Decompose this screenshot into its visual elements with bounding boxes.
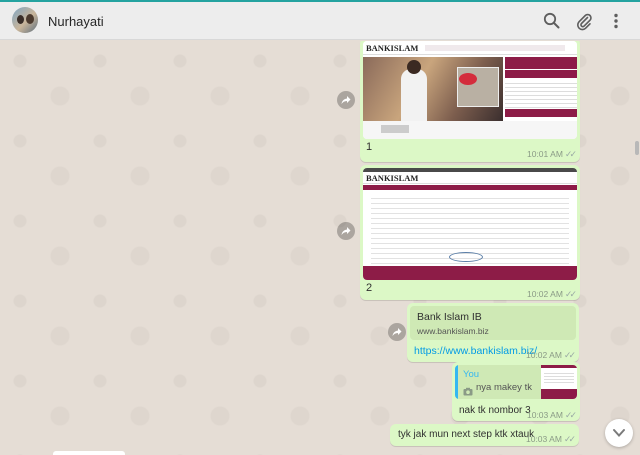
- chevron-down-icon: [613, 429, 625, 437]
- image-caption-1: 1: [366, 141, 373, 153]
- forward-icon[interactable]: [337, 91, 355, 109]
- link-preview-title: Bank Islam IB: [417, 311, 482, 323]
- timestamp-4: 10:03 AM ✓✓: [526, 410, 577, 420]
- chat-header: Nurhayati: [0, 2, 640, 40]
- link-url[interactable]: https://www.bankislam.biz/: [414, 345, 537, 357]
- timestamp-5: 10:03 AM ✓✓: [525, 434, 576, 444]
- bank-islam-screenshot-1[interactable]: BANKISLAM: [363, 41, 577, 139]
- composer-edge: [53, 451, 125, 455]
- scrollbar-thumb[interactable]: [635, 141, 639, 155]
- timestamp-2: 10:02 AM ✓✓: [526, 289, 577, 299]
- message-text-5: tyk jak mun next step ktk xtauk: [398, 429, 535, 440]
- forward-icon[interactable]: [388, 323, 406, 341]
- timestamp-1: 10:01 AM ✓✓: [526, 149, 577, 159]
- avatar[interactable]: [12, 7, 38, 33]
- message-text-4: nak tk nombor 3: [459, 405, 531, 416]
- image-caption-2: 2: [366, 282, 373, 294]
- quoted-text: nya makey tk: [476, 382, 532, 393]
- quoted-thumbnail: [541, 365, 577, 399]
- read-receipt-icon: ✓✓: [563, 350, 576, 360]
- quoted-message[interactable]: You nya makey tk: [455, 365, 577, 399]
- read-receipt-icon: ✓✓: [563, 434, 576, 444]
- read-receipt-icon: ✓✓: [564, 289, 577, 299]
- message-reply[interactable]: You nya makey tk nak tk nombor 3 10:03 A…: [452, 362, 580, 421]
- camera-icon: [463, 383, 473, 396]
- timestamp-3: 10:02 AM ✓✓: [525, 350, 576, 360]
- forward-icon[interactable]: [337, 222, 355, 240]
- search-icon[interactable]: [542, 11, 562, 31]
- paperclip-icon[interactable]: [574, 11, 594, 31]
- contact-name[interactable]: Nurhayati: [48, 14, 104, 29]
- message-text[interactable]: tyk jak mun next step ktk xtauk 10:03 AM…: [390, 424, 579, 446]
- scroll-down-button[interactable]: [605, 419, 633, 447]
- more-vertical-icon[interactable]: [606, 11, 626, 31]
- link-preview-card[interactable]: Bank Islam IB www.bankislam.biz: [410, 306, 576, 340]
- read-receipt-icon: ✓✓: [564, 149, 577, 159]
- message-list[interactable]: BANKISLAM 1 10:01 AM ✓✓ BANKISLAM 2 10:0…: [0, 41, 640, 455]
- link-preview-domain: www.bankislam.biz: [417, 326, 489, 336]
- scrollbar[interactable]: [634, 41, 640, 455]
- read-receipt-icon: ✓✓: [564, 410, 577, 420]
- message-link[interactable]: Bank Islam IB www.bankislam.biz https://…: [407, 303, 579, 362]
- message-image-2[interactable]: BANKISLAM 2 10:02 AM ✓✓: [360, 165, 580, 300]
- bank-islam-screenshot-2[interactable]: BANKISLAM: [363, 168, 577, 280]
- quoted-author: You: [463, 369, 480, 380]
- message-image-1[interactable]: BANKISLAM 1 10:01 AM ✓✓: [360, 41, 580, 162]
